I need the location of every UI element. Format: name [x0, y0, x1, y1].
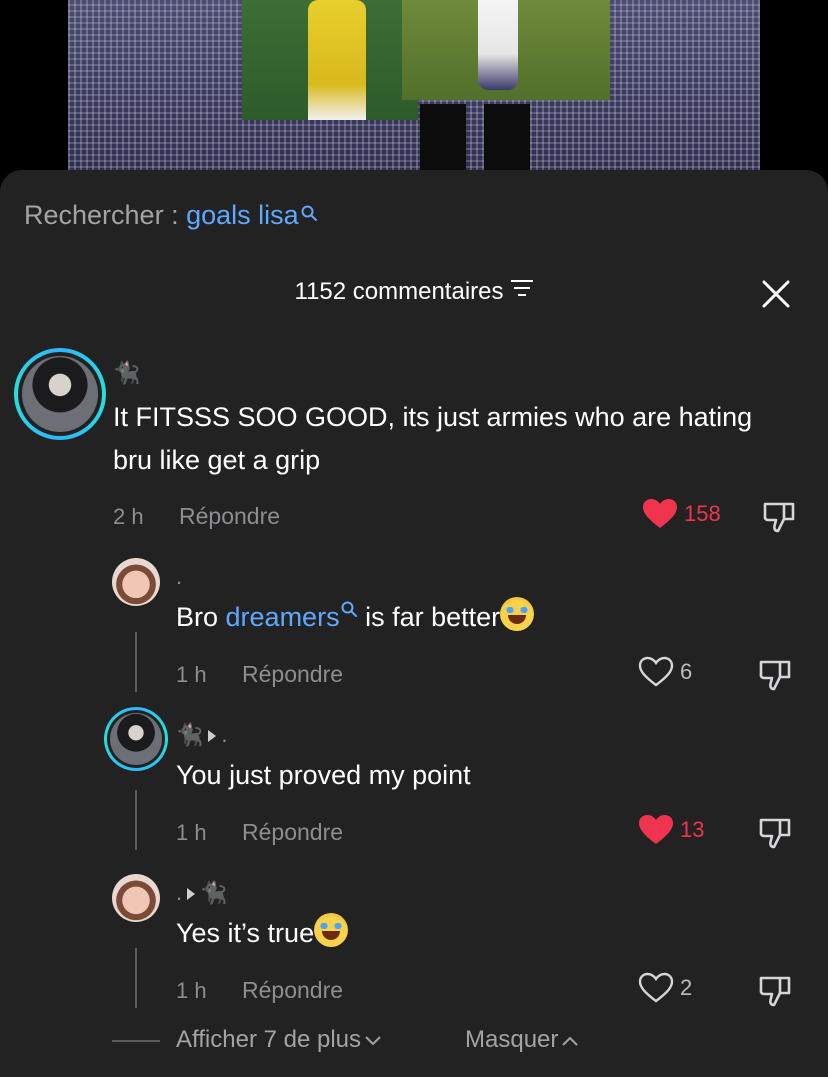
- reply-time: 1 h: [176, 978, 207, 1003]
- heart-filled-icon: [643, 499, 677, 528]
- reply-time: 1 h: [176, 820, 207, 845]
- video-background: [0, 0, 828, 180]
- avatar-story-ring[interactable]: [104, 707, 168, 771]
- reply-to-arrow-icon: [207, 723, 217, 749]
- show-more-replies-button[interactable]: Afficher 7 de plus: [176, 1026, 381, 1054]
- reply-username[interactable]: . 🐈‍⬛: [176, 880, 228, 907]
- reply-button[interactable]: Répondre: [242, 819, 343, 846]
- search-icon: [340, 601, 358, 632]
- reply-username[interactable]: .: [176, 564, 182, 590]
- reply-text: Bro dreamers is far better: [176, 596, 535, 639]
- reply-button[interactable]: Répondre: [179, 503, 280, 530]
- mention-link[interactable]: dreamers: [226, 602, 340, 632]
- thread-line: [135, 790, 137, 850]
- chevron-up-icon: [562, 1025, 579, 1053]
- dislike-icon[interactable]: [758, 974, 792, 1008]
- like-button[interactable]: 13: [638, 814, 704, 846]
- reply-text: Yes it’s true: [176, 912, 349, 955]
- close-icon[interactable]: [758, 276, 794, 312]
- reply-time: 1 h: [176, 662, 207, 687]
- related-search[interactable]: Rechercher : goals lisa: [24, 200, 318, 231]
- like-count: 6: [680, 659, 693, 684]
- avatar[interactable]: [112, 558, 160, 606]
- laughing-emoji-icon: [500, 597, 535, 631]
- laughing-emoji-icon: [314, 913, 349, 947]
- search-term[interactable]: goals lisa: [186, 200, 299, 230]
- search-prefix: Rechercher :: [24, 200, 187, 230]
- like-count: 158: [684, 501, 721, 526]
- heart-outline-icon: [638, 972, 674, 1003]
- hide-replies-button[interactable]: Masquer: [465, 1025, 579, 1054]
- search-icon: [300, 198, 318, 229]
- avatar: [110, 713, 162, 765]
- reply-button[interactable]: Répondre: [242, 977, 343, 1004]
- avatar-story-ring[interactable]: [14, 348, 106, 440]
- like-button[interactable]: 6: [638, 656, 692, 688]
- video-inset-right: [402, 0, 610, 100]
- like-button[interactable]: 2: [638, 972, 692, 1004]
- video-figure: [420, 104, 530, 180]
- chevron-down-icon: [365, 1025, 381, 1053]
- thread-line: [135, 632, 137, 692]
- thread-line: [135, 948, 137, 1008]
- video-inset-left: [242, 0, 418, 120]
- reply-username[interactable]: 🐈‍⬛.: [176, 722, 228, 749]
- divider: [112, 1040, 160, 1042]
- like-count: 2: [680, 975, 693, 1000]
- comment-text: It FITSSS SOO GOOD, its just armies who …: [113, 402, 753, 475]
- comments-sheet: Rechercher : goals lisa 1152 commentaire…: [0, 170, 828, 1077]
- reply-button[interactable]: Répondre: [242, 661, 343, 688]
- reply-to-arrow-icon: [186, 881, 196, 907]
- avatar: [22, 356, 98, 432]
- like-button[interactable]: 158: [642, 498, 721, 530]
- comment-username[interactable]: 🐈‍⬛: [113, 360, 140, 386]
- comment-time: 2 h: [113, 504, 144, 529]
- comments-count[interactable]: 1152 commentaires: [0, 278, 828, 306]
- dislike-icon[interactable]: [758, 658, 792, 692]
- heart-filled-icon: [639, 815, 673, 844]
- dislike-icon[interactable]: [758, 816, 792, 850]
- heart-outline-icon: [638, 656, 674, 687]
- like-count: 13: [680, 817, 705, 842]
- sort-filter-icon[interactable]: [510, 277, 534, 305]
- reply-text: You just proved my point: [176, 760, 471, 790]
- avatar[interactable]: [112, 874, 160, 922]
- dislike-icon[interactable]: [762, 500, 796, 534]
